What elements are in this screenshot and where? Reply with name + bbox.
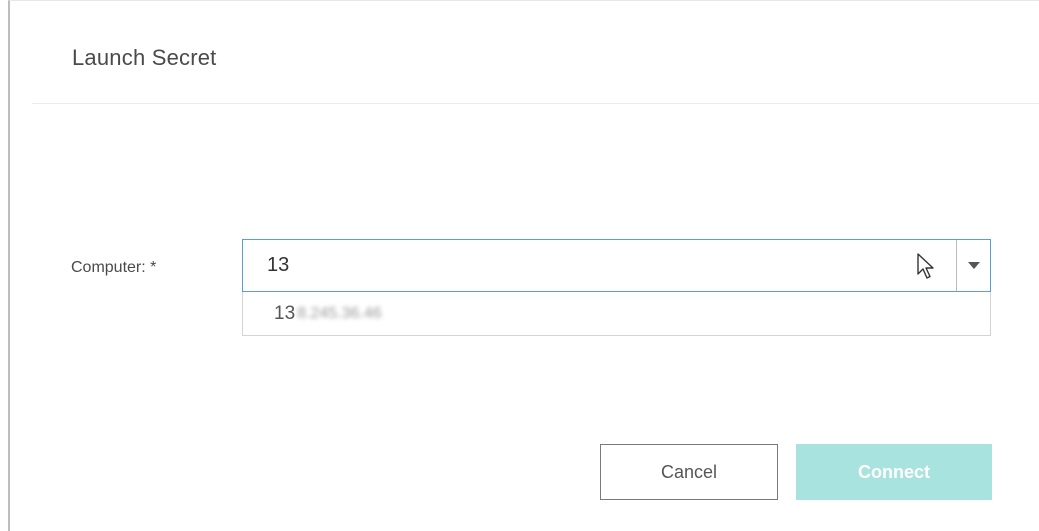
suggestion-obscured-text: 8.245.36.46 (297, 304, 382, 322)
computer-input[interactable] (243, 240, 957, 291)
header-divider (32, 103, 1039, 104)
dialog-title: Launch Secret (72, 45, 217, 70)
mouse-pointer-icon (917, 253, 934, 279)
suggestion-item[interactable]: 13 8.245.36.46 (243, 292, 990, 335)
connect-button[interactable]: Connect (796, 444, 992, 500)
computer-combobox[interactable] (242, 239, 991, 292)
launch-secret-dialog: Launch Secret Computer: * 13 8.245.36.46… (8, 0, 1039, 531)
suggestion-prefix: 13 (274, 302, 296, 324)
computer-suggestions-list: 13 8.245.36.46 (242, 292, 991, 336)
computer-label: Computer: * (71, 259, 157, 276)
dropdown-toggle-button[interactable] (956, 240, 990, 291)
cancel-button[interactable]: Cancel (600, 444, 778, 500)
chevron-down-icon (967, 262, 980, 269)
